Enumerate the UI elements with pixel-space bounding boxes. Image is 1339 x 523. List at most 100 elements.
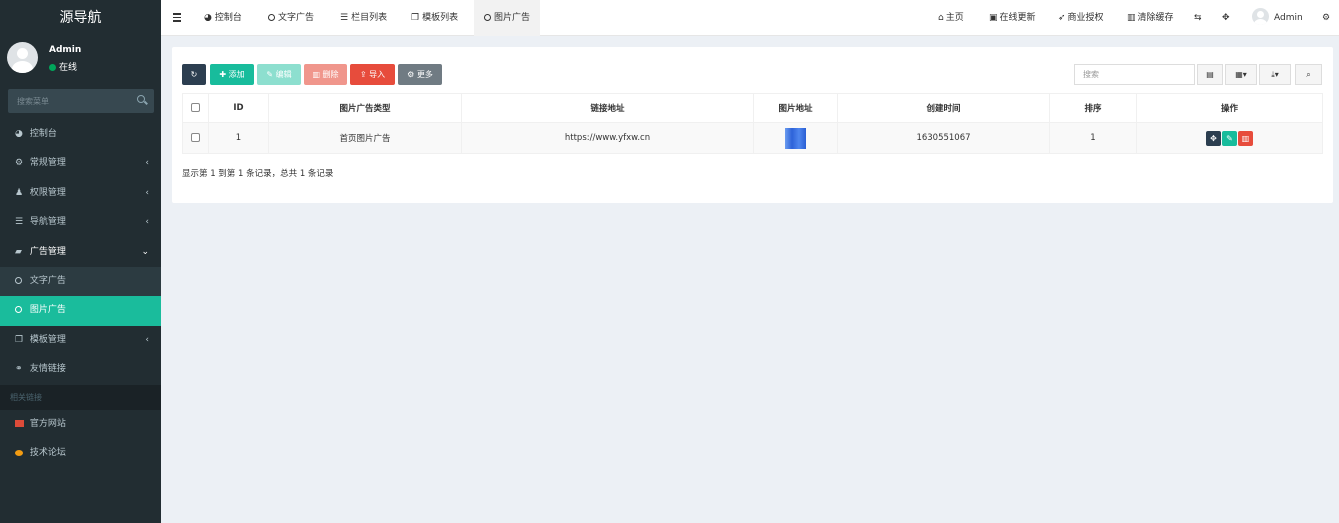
sidebar-item-nav[interactable]: ☰ 导航管理 ‹ — [0, 208, 161, 237]
cogs-icon: ⚙ — [15, 158, 24, 169]
nav-clear-cache[interactable]: ▥ 清除缓存 — [1127, 0, 1174, 36]
tab-dashboard[interactable]: ◕ 控制台 — [194, 0, 252, 36]
col-actions: 操作 — [1136, 93, 1323, 123]
col-url[interactable]: 链接地址 — [461, 93, 754, 123]
circle-icon — [15, 276, 22, 284]
app-logo[interactable]: 源导航 — [0, 0, 161, 36]
col-image[interactable]: 图片地址 — [753, 93, 838, 123]
select-all-cell[interactable] — [182, 93, 209, 123]
table-view-icon: ▤ — [1206, 70, 1214, 79]
content-panel: ↻ ✚ 添加 ✎ 编辑 ▥ 删除 ⇪ 导入 ⚙ 更多 搜索 ▤ ▦▾ ⤓▾ ⌕ … — [172, 47, 1333, 203]
select-all-checkbox[interactable] — [191, 103, 200, 112]
export-button[interactable]: ⤓▾ — [1259, 64, 1291, 85]
tab-image-ads[interactable]: 图片广告 — [474, 0, 541, 36]
translate-icon[interactable]: ⇆ — [1194, 0, 1202, 36]
dashboard-icon: ◕ — [15, 129, 23, 139]
sidebar-item-templates[interactable]: ❐ 模板管理 ‹ — [0, 326, 161, 355]
col-type[interactable]: 图片广告类型 — [268, 93, 462, 123]
row-checkbox[interactable] — [191, 133, 200, 142]
list-red-icon — [15, 419, 24, 427]
edit-button[interactable]: ✎ 编辑 — [257, 64, 301, 85]
circle-icon — [484, 14, 491, 21]
clone-icon: ❐ — [411, 13, 420, 23]
chevron-left-icon: ‹ — [145, 187, 149, 198]
rocket-icon: ➶ — [1058, 13, 1066, 23]
sidebar-item-image-ads[interactable]: 图片广告 — [0, 296, 161, 326]
home-icon: ⌂ — [938, 13, 944, 23]
fullscreen-icon[interactable]: ✥ — [1222, 0, 1230, 36]
dashboard-icon: ◕ — [204, 13, 212, 23]
pagination-info: 显示第 1 到第 1 条记录，总共 1 条记录 — [182, 169, 334, 179]
export-icon: ⤓▾ — [1271, 70, 1279, 79]
sidebar-item-official-site[interactable]: 官方网站 — [0, 410, 161, 439]
row-delete-button[interactable]: ▥ — [1238, 130, 1253, 146]
sidebar-item-auth[interactable]: ♟ 权限管理 ‹ — [0, 179, 161, 208]
add-button[interactable]: ✚ 添加 — [210, 64, 254, 85]
sidebar-item-links[interactable]: ⚭ 友情链接 — [0, 355, 161, 384]
search-icon[interactable] — [137, 95, 145, 103]
admin-menu[interactable]: Admin — [1252, 0, 1303, 36]
image-thumbnail[interactable] — [785, 127, 806, 149]
car-icon: ▰ — [15, 246, 22, 257]
circle-icon — [268, 14, 275, 21]
tab-template-list[interactable]: ❐ 模板列表 — [401, 0, 468, 36]
chevron-left-icon: ‹ — [145, 158, 149, 169]
row-edit-button[interactable]: ✎ — [1222, 130, 1237, 146]
list-icon: ☰ — [15, 217, 24, 228]
sidebar: 源导航 Admin 在线 搜索菜单 ◕ 控制台 ⚙ 常规管理 ‹ ♟ 权限管理 ‹ … — [0, 0, 161, 523]
col-created[interactable]: 创建时间 — [837, 93, 1050, 123]
tab-text-ads[interactable]: 文字广告 — [258, 0, 324, 36]
refresh-button[interactable]: ↻ — [182, 64, 206, 85]
sidebar-item-dashboard[interactable]: ◕ 控制台 — [0, 120, 161, 149]
control-sidebar-cogs-icon[interactable]: ⚙ — [1322, 0, 1330, 36]
cell-sort: 1 — [1049, 122, 1137, 154]
drag-sort-button[interactable]: ✥ — [1206, 130, 1221, 146]
trash-icon: ▥ — [1241, 133, 1250, 143]
sidebar-item-general[interactable]: ⚙ 常规管理 ‹ — [0, 149, 161, 178]
sidebar-item-ads[interactable]: ▰ 广告管理 ⌄ — [0, 238, 161, 267]
list-icon: ☰ — [340, 13, 349, 23]
cog-icon: ⚙ — [407, 70, 415, 79]
clone-icon: ❐ — [15, 334, 24, 345]
online-dot-icon — [49, 64, 56, 71]
columns-icon: ▦▾ — [1235, 70, 1247, 79]
import-button[interactable]: ⇪ 导入 — [350, 64, 395, 85]
arrows-icon: ✥ — [1210, 133, 1217, 143]
tab-category-list[interactable]: ☰ 栏目列表 — [330, 0, 397, 36]
row-select-cell[interactable] — [182, 122, 209, 154]
sidebar-item-text-ads[interactable]: 文字广告 — [0, 266, 161, 297]
pencil-icon: ✎ — [1226, 133, 1233, 143]
search-toggle-button[interactable]: ⌕ — [1295, 64, 1322, 85]
table-row[interactable]: 1 首页图片广告 https://www.yfxw.cn 1630551067 … — [182, 122, 1323, 154]
menu-search-input[interactable]: 搜索菜单 — [8, 89, 154, 113]
top-navbar: ◕ 控制台 文字广告 ☰ 栏目列表 ❐ 模板列表 图片广告 ⌂ 主页 ▣ 在线更新 ➶ 商业… — [161, 0, 1339, 36]
table-search-input[interactable]: 搜索 — [1074, 64, 1195, 85]
menu-search-placeholder: 搜索菜单 — [17, 97, 49, 106]
delete-button[interactable]: ▥ 删除 — [304, 64, 347, 85]
admin-avatar — [1252, 8, 1269, 25]
trash-icon: ▥ — [312, 70, 320, 79]
group-icon: ♟ — [15, 187, 24, 198]
sidebar-item-forum[interactable]: 技术论坛 — [0, 439, 161, 468]
col-sort[interactable]: 排序 — [1049, 93, 1137, 123]
nav-online-update[interactable]: ▣ 在线更新 — [989, 0, 1036, 36]
user-name: Admin — [49, 45, 82, 55]
trash-icon: ▥ — [1127, 13, 1136, 23]
more-button[interactable]: ⚙ 更多 — [398, 64, 442, 85]
cell-created: 1630551067 — [837, 122, 1050, 154]
toggle-view-button[interactable]: ▤ — [1197, 64, 1223, 85]
comment-icon — [15, 449, 23, 456]
nav-home[interactable]: ⌂ 主页 — [938, 0, 964, 36]
columns-button[interactable]: ▦▾ — [1225, 64, 1257, 85]
user-panel: Admin 在线 — [0, 36, 161, 86]
col-id[interactable]: ID — [208, 93, 269, 123]
nav-license[interactable]: ➶ 商业授权 — [1058, 0, 1104, 36]
refresh-icon: ↻ — [190, 70, 198, 79]
cell-url: https://www.yfxw.cn — [461, 122, 754, 154]
search-icon: ⌕ — [1306, 70, 1311, 79]
user-status: 在线 — [49, 60, 77, 73]
circle-icon — [15, 306, 22, 314]
sidebar-toggle-icon[interactable] — [173, 13, 181, 24]
upload-icon: ⇪ — [359, 70, 367, 79]
plus-icon: ✚ — [219, 70, 227, 79]
